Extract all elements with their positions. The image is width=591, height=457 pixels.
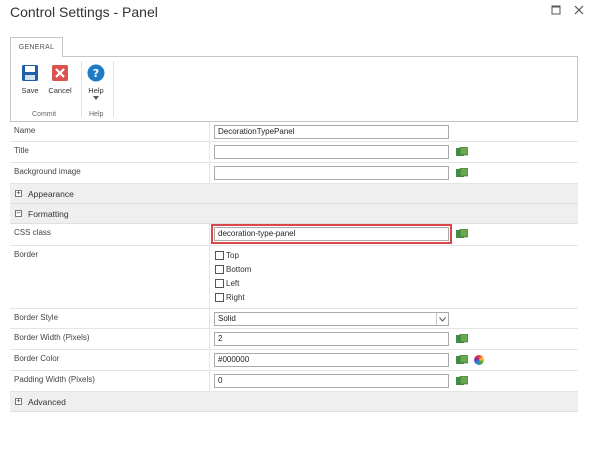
border-left-checkbox[interactable] xyxy=(215,279,224,288)
title-input[interactable] xyxy=(214,145,449,159)
padding-width-label: Padding Width (Pixels) xyxy=(10,371,210,391)
tab-general[interactable]: GENERAL xyxy=(10,37,63,57)
group-divider xyxy=(113,61,114,117)
maximize-icon[interactable] xyxy=(549,3,563,17)
row-title: Title xyxy=(10,142,578,163)
save-button[interactable]: Save xyxy=(15,64,45,95)
help-label: Help xyxy=(88,86,104,95)
cancel-icon xyxy=(51,64,69,82)
border-color-input[interactable]: #000000 xyxy=(214,353,449,367)
group-label-commit: Commit xyxy=(32,111,57,118)
dialog-title: Control Settings - Panel xyxy=(10,4,158,20)
border-top-label: Top xyxy=(226,251,239,260)
border-top-checkbox[interactable] xyxy=(215,251,224,260)
help-button[interactable]: ? Help xyxy=(81,64,111,100)
border-style-value: Solid xyxy=(218,314,236,323)
section-appearance[interactable]: + Appearance xyxy=(10,184,578,204)
cancel-button[interactable]: Cancel xyxy=(45,64,75,95)
svg-text:?: ? xyxy=(93,67,99,80)
row-name: Name DecorationTypePanel xyxy=(10,122,578,142)
padding-width-input[interactable]: 0 xyxy=(214,374,449,388)
border-top-option: Top xyxy=(215,251,239,260)
border-left-option: Left xyxy=(215,279,239,288)
border-left-label: Left xyxy=(226,279,240,288)
ribbon-toolbar: Save Cancel ? Help Commit Help xyxy=(10,56,578,122)
css-class-input[interactable]: decoration-type-panel xyxy=(211,224,452,244)
border-right-option: Right xyxy=(215,293,245,302)
chevron-down-icon xyxy=(93,96,99,100)
border-style-label: Border Style xyxy=(10,309,210,328)
border-color-label: Border Color xyxy=(10,350,210,370)
background-image-label: Background image xyxy=(10,163,210,183)
close-icon[interactable] xyxy=(572,3,586,17)
expand-icon: + xyxy=(15,397,22,405)
row-padding-width: Padding Width (Pixels) 0 xyxy=(10,371,578,392)
section-formatting-label: Formatting xyxy=(28,208,69,219)
section-advanced-label: Advanced xyxy=(28,396,66,407)
section-advanced[interactable]: + Advanced xyxy=(10,392,578,412)
border-label: Border xyxy=(10,246,210,308)
css-class-label: CSS class xyxy=(10,224,210,245)
collapse-icon: − xyxy=(15,209,22,217)
resource-picker-icon[interactable] xyxy=(456,146,469,157)
row-css-class: CSS class decoration-type-panel xyxy=(10,224,578,246)
name-input[interactable]: DecorationTypePanel xyxy=(214,125,449,139)
row-border-style: Border Style Solid xyxy=(10,309,578,329)
border-bottom-label: Bottom xyxy=(226,265,252,274)
border-right-label: Right xyxy=(226,293,245,302)
color-wheel-icon[interactable] xyxy=(474,355,484,365)
help-icon: ? xyxy=(87,64,105,82)
resource-picker-icon[interactable] xyxy=(456,167,469,178)
border-width-label: Border Width (Pixels) xyxy=(10,329,210,349)
background-image-input[interactable] xyxy=(214,166,449,180)
name-label: Name xyxy=(10,122,210,141)
resource-picker-icon[interactable] xyxy=(456,228,469,239)
properties-grid: Name DecorationTypePanel Title Backgroun… xyxy=(10,122,578,412)
title-label: Title xyxy=(10,142,210,162)
row-border-width: Border Width (Pixels) 2 xyxy=(10,329,578,350)
resource-picker-icon[interactable] xyxy=(456,354,469,365)
resource-picker-icon[interactable] xyxy=(456,375,469,386)
save-icon xyxy=(21,64,39,82)
section-appearance-label: Appearance xyxy=(28,188,74,199)
section-formatting[interactable]: − Formatting xyxy=(10,204,578,224)
cancel-label: Cancel xyxy=(48,86,72,95)
resource-picker-icon[interactable] xyxy=(456,333,469,344)
row-border-color: Border Color #000000 xyxy=(10,350,578,371)
expand-icon: + xyxy=(15,189,22,197)
group-label-help: Help xyxy=(89,111,104,118)
row-border: Border Top Bottom Left Right xyxy=(10,246,578,309)
border-bottom-checkbox[interactable] xyxy=(215,265,224,274)
border-width-input[interactable]: 2 xyxy=(214,332,449,346)
chevron-down-icon xyxy=(436,313,448,325)
border-bottom-option: Bottom xyxy=(215,265,251,274)
row-background-image: Background image xyxy=(10,163,578,184)
save-label: Save xyxy=(21,86,39,95)
border-style-select[interactable]: Solid xyxy=(214,312,449,326)
border-right-checkbox[interactable] xyxy=(215,293,224,302)
